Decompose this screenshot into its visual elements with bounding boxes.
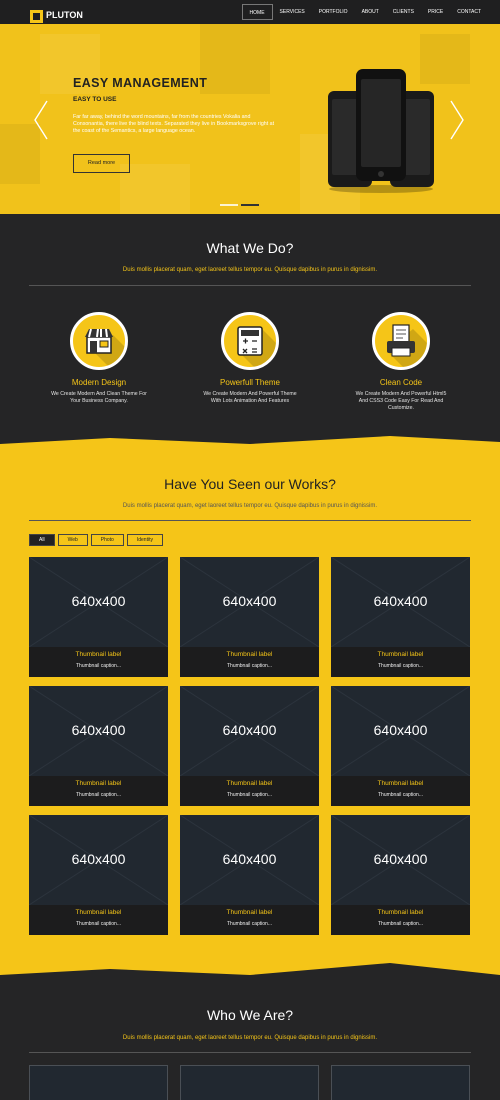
service-title: Powerfull Theme [220, 378, 280, 387]
calculator-icon [221, 312, 279, 370]
thumbnail-caption: Thumbnail caption... [226, 663, 273, 669]
portfolio-section: Have You Seen our Works? Duis mollis pla… [0, 430, 500, 975]
portfolio-item[interactable]: 640x400 Thumbnail label Thumbnail caption.… [331, 815, 470, 935]
slider-dot[interactable] [220, 204, 238, 206]
thumbnail-label: Thumbnail label [226, 909, 273, 916]
divider [29, 1052, 471, 1053]
thumbnail-caption: Thumbnail caption... [226, 921, 273, 927]
divider [29, 285, 471, 286]
menu-item-home[interactable]: HOME [241, 4, 273, 20]
printer-icon [372, 312, 430, 370]
thumbnail-size-text: 640x400 [222, 722, 277, 738]
portfolio-item[interactable]: 640x400 Thumbnail label Thumbnail caption.… [180, 686, 319, 806]
shop-icon [70, 312, 128, 370]
service-text: We Create Modern And Powerful Html5 And … [355, 391, 447, 411]
service-card: Powerfull Theme We Create Modern And Pow… [195, 312, 305, 405]
thumbnail-label: Thumbnail label [75, 780, 122, 787]
slider-prev-arrow-icon[interactable] [34, 100, 48, 140]
thumbnail-label: Thumbnail label [377, 780, 424, 787]
thumbnail-size-text: 640x400 [373, 851, 428, 867]
section-subtitle: Duis mollis placerat quam, eget laoreet … [122, 267, 378, 273]
thumbnail-caption: Thumbnail caption... [377, 792, 424, 798]
thumbnail-caption: Thumbnail caption... [226, 792, 273, 798]
thumbnail-caption: Thumbnail caption... [377, 663, 424, 669]
thumbnail-caption: Thumbnail caption... [75, 663, 122, 669]
logo-subtext: THEME [46, 23, 62, 27]
thumbnail-size-text: 640x400 [373, 722, 428, 738]
service-title: Modern Design [71, 378, 127, 387]
portfolio-item[interactable]: 640x400 Thumbnail label Thumbnail caption.… [180, 815, 319, 935]
service-text: We Create Modern And Clean Theme For You… [51, 391, 147, 404]
logo[interactable]: PLUTON THEME [30, 5, 83, 27]
thumbnail-caption: Thumbnail caption... [377, 921, 424, 927]
menu-item-portfolio[interactable]: PORTFOLIO [312, 4, 355, 20]
slider-next-arrow-icon[interactable] [450, 100, 464, 140]
section-subtitle: Duis mollis placerat quam, eget laoreet … [122, 503, 378, 509]
section-subtitle: Duis mollis placerat quam, eget laoreet … [122, 1035, 378, 1041]
thumbnail-label: Thumbnail label [75, 909, 122, 916]
thumbnail-label: Thumbnail label [377, 909, 424, 916]
section-title: Have You Seen our Works? [164, 476, 336, 492]
team-card[interactable] [29, 1065, 168, 1100]
portfolio-item[interactable]: 640x400 Thumbnail label Thumbnail caption.… [331, 686, 470, 806]
thumbnail-caption: Thumbnail caption... [75, 921, 122, 927]
service-card: Modern Design We Create Modern And Clean… [44, 312, 154, 405]
logo-text: PLUTON [46, 10, 83, 20]
portfolio-item[interactable]: 640x400 Thumbnail label Thumbnail caption.… [29, 815, 168, 935]
portfolio-filters: All Web Photo Identity [29, 534, 166, 546]
what-we-do-section: What We Do? Duis mollis placerat quam, e… [0, 214, 500, 442]
hero-bg-tile [200, 24, 270, 94]
thumbnail-label: Thumbnail label [226, 651, 273, 658]
portfolio-item[interactable]: 640x400 Thumbnail label Thumbnail caption.… [180, 557, 319, 677]
thumbnail-size-text: 640x400 [71, 722, 126, 738]
main-menu: HOME SERVICES PORTFOLIO ABOUT CLIENTS PR… [241, 4, 488, 20]
team-card[interactable] [331, 1065, 470, 1100]
menu-item-price[interactable]: PRICE [421, 4, 450, 20]
portfolio-item[interactable]: 640x400 Thumbnail label Thumbnail caption.… [29, 557, 168, 677]
thumbnail-size-text: 640x400 [373, 593, 428, 609]
thumbnail-size-text: 640x400 [222, 851, 277, 867]
phones-illustration [328, 69, 434, 193]
thumbnail-size-text: 640x400 [222, 593, 277, 609]
logo-mark-icon [30, 9, 43, 23]
menu-item-contact[interactable]: CONTACT [450, 4, 488, 20]
divider [29, 520, 471, 521]
section-title: Who We Are? [206, 1007, 294, 1023]
thumbnail-size-text: 640x400 [71, 593, 126, 609]
hero-text: Far far away, behind the word mountains,… [73, 114, 275, 135]
menu-item-clients[interactable]: CLIENTS [386, 4, 421, 20]
filter-web[interactable]: Web [58, 534, 88, 546]
service-text: We Create Modern And Powerful Theme With… [203, 391, 297, 404]
hero-title: EASY MANAGEMENT [73, 76, 208, 90]
hero-subtitle: EASY TO USE [73, 96, 117, 103]
thumbnail-label: Thumbnail label [75, 651, 122, 658]
thumbnail-label: Thumbnail label [377, 651, 424, 658]
team-card[interactable] [180, 1065, 319, 1100]
portfolio-item[interactable]: 640x400 Thumbnail label Thumbnail caption.… [29, 686, 168, 806]
thumbnail-label: Thumbnail label [226, 780, 273, 787]
filter-all[interactable]: All [29, 534, 55, 546]
menu-item-services[interactable]: SERVICES [273, 4, 312, 20]
thumbnail-size-text: 640x400 [71, 851, 126, 867]
filter-identity[interactable]: Identity [127, 534, 163, 546]
slider-dot-active[interactable] [241, 204, 259, 206]
thumbnail-caption: Thumbnail caption... [75, 792, 122, 798]
portfolio-item[interactable]: 640x400 Thumbnail label Thumbnail caption.… [331, 557, 470, 677]
hero-bg-tile [120, 164, 190, 214]
hero-slider: EASY MANAGEMENT EASY TO USE Far far away… [0, 24, 500, 214]
service-title: Clean Code [379, 378, 423, 387]
top-navbar: PLUTON THEME HOME SERVICES PORTFOLIO ABO… [0, 0, 500, 27]
section-title: What We Do? [206, 240, 294, 256]
filter-photo[interactable]: Photo [91, 534, 124, 546]
service-card: Clean Code We Create Modern And Powerful… [346, 312, 456, 411]
slider-dots [220, 204, 262, 206]
read-more-button[interactable]: Read more [73, 154, 130, 173]
menu-item-about[interactable]: ABOUT [355, 4, 386, 20]
